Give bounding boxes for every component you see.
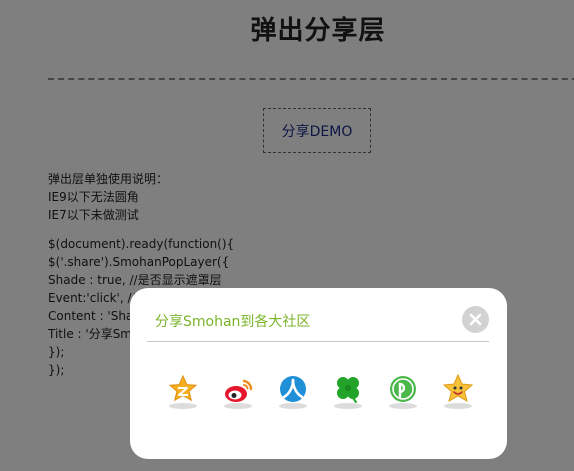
share-icon-list xyxy=(167,372,477,412)
share-kaixin-button[interactable] xyxy=(332,372,364,412)
share-weibo-button[interactable] xyxy=(222,372,254,412)
qq-star-icon xyxy=(442,373,474,409)
page: 弹出分享层 分享DEMO 弹出层单独使用说明： IE9以下无法圆角 IE7以下未… xyxy=(0,0,574,471)
renren-icon xyxy=(279,376,307,409)
share-pengyou-button[interactable] xyxy=(387,372,419,412)
share-popup: 分享Smohan到各大社区 xyxy=(130,288,507,459)
close-icon xyxy=(469,313,482,326)
qzone-icon xyxy=(168,374,198,409)
share-renren-button[interactable] xyxy=(277,372,309,412)
share-qq-button[interactable] xyxy=(442,372,474,412)
sina-weibo-icon xyxy=(224,379,253,409)
popup-divider xyxy=(147,341,489,342)
kaixin-icon xyxy=(334,377,362,409)
share-qzone-button[interactable] xyxy=(167,372,199,412)
popup-title: 分享Smohan到各大社区 xyxy=(155,314,311,330)
close-button[interactable] xyxy=(462,306,489,333)
pengyou-icon xyxy=(389,376,417,409)
